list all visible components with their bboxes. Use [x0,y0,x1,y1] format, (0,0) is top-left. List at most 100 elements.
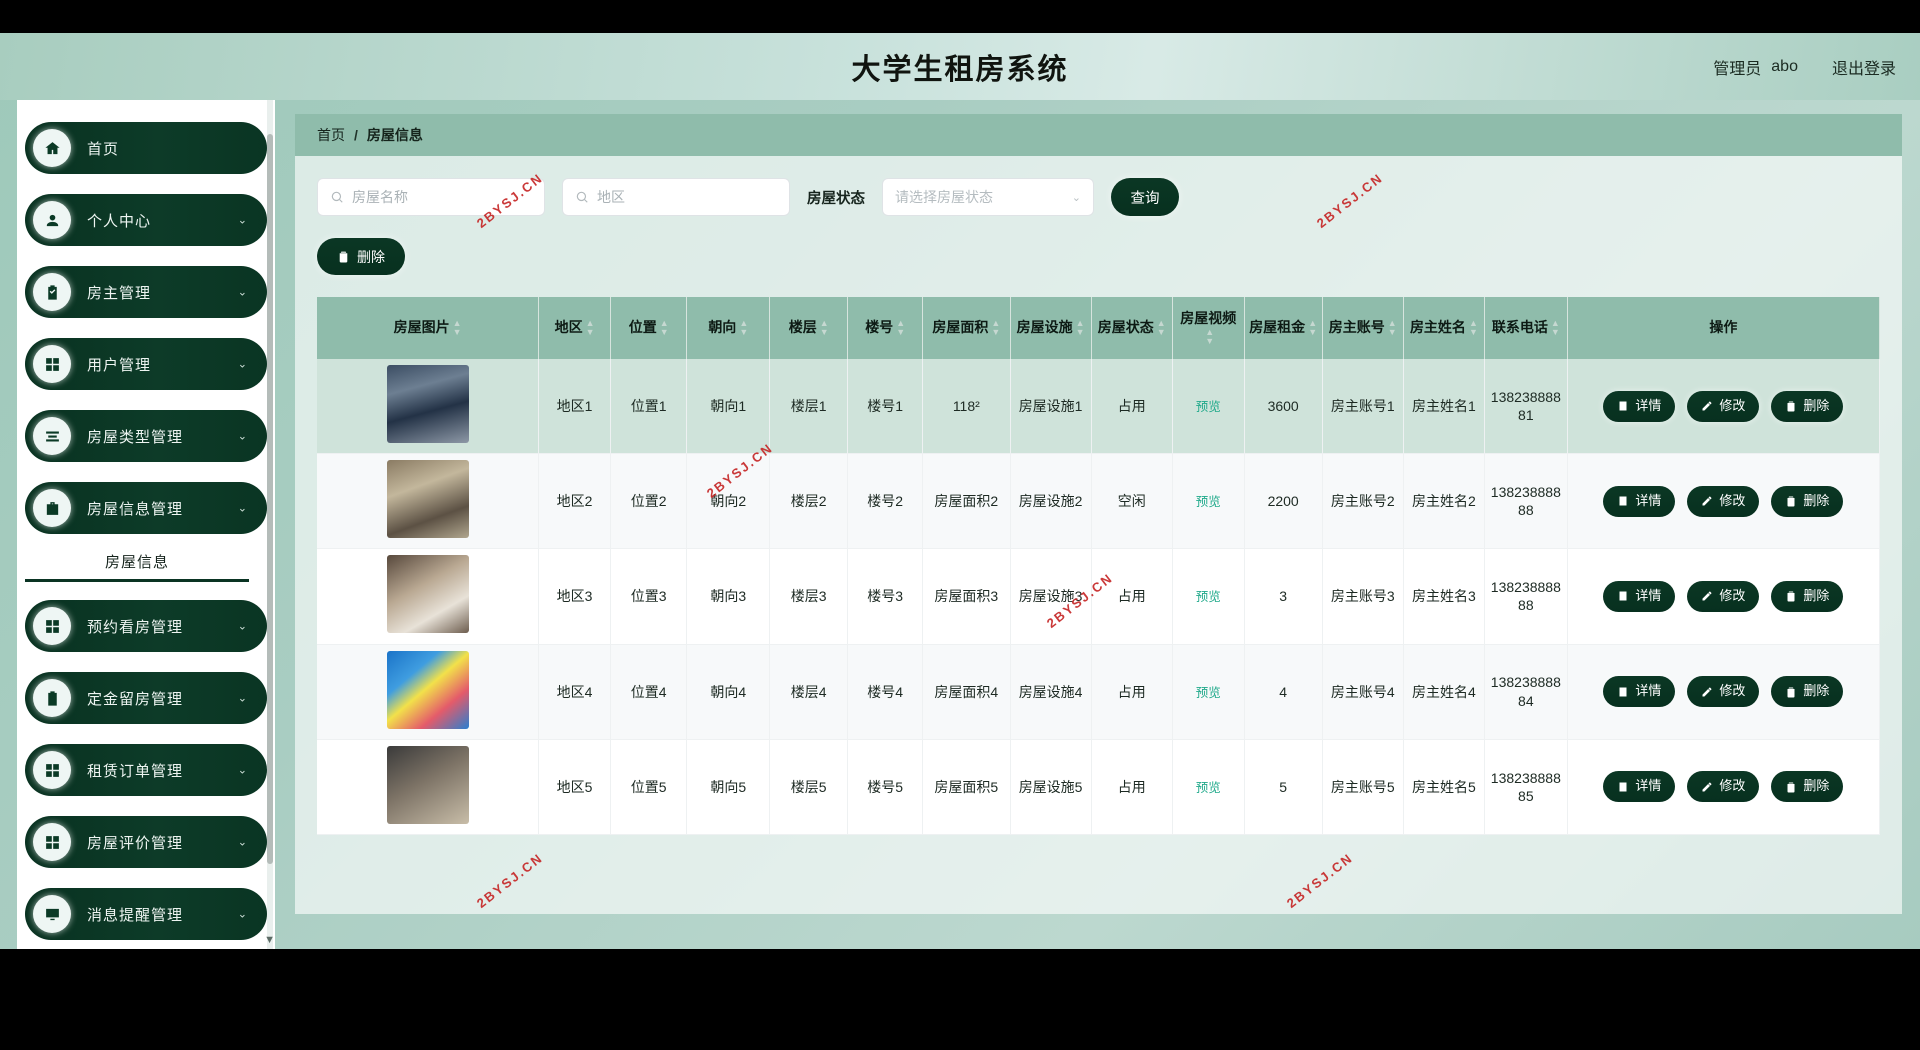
sort-arrows-icon[interactable]: ▲▼ [1469,319,1478,337]
table-header-cell[interactable]: 房屋设施▲▼ [1010,297,1091,359]
table-header-label: 房屋面积 [932,319,988,335]
cell-owner-account: 房主账号1 [1322,359,1403,454]
pencil-icon [1701,781,1713,793]
logout-button[interactable]: 退出登录 [1832,55,1896,79]
sort-arrows-icon[interactable]: ▲▼ [1308,319,1317,337]
table-header-cell[interactable]: 房屋图片▲▼ [317,297,539,359]
cell-video: 预览 [1172,454,1244,549]
sort-arrows-icon[interactable]: ▲▼ [586,319,595,337]
breadcrumb-home[interactable]: 首页 [317,125,345,145]
sort-arrows-icon[interactable]: ▲▼ [739,319,748,337]
edit-button[interactable]: 修改 [1687,676,1759,707]
table-header-cell[interactable]: 房主姓名▲▼ [1403,297,1484,359]
area-input[interactable]: 地区 [562,178,790,216]
row-action-group: 详情修改删除 [1571,391,1876,422]
table-header-label: 房主姓名 [1410,319,1466,335]
sidebar-item-6[interactable]: 预约看房管理⌄ [25,600,267,652]
table-row[interactable]: 地区1位置1朝向1楼层1楼号1118²房屋设施1占用预览3600房主账号1房主姓… [317,359,1880,454]
delete-button[interactable]: 删除 [1771,581,1843,612]
table-row[interactable]: 地区5位置5朝向5楼层5楼号5房屋面积5房屋设施5占用预览5房主账号5房主姓名5… [317,739,1880,834]
house-info-table: 房屋图片▲▼地区▲▼位置▲▼朝向▲▼楼层▲▼楼号▲▼房屋面积▲▼房屋设施▲▼房屋… [317,297,1880,835]
table-header-cell[interactable]: 地区▲▼ [539,297,611,359]
search-icon [575,190,589,204]
video-preview-link[interactable]: 预览 [1196,686,1221,700]
table-header-cell[interactable]: 房屋租金▲▼ [1244,297,1322,359]
table-header-cell[interactable]: 房屋视频▲▼ [1172,297,1244,359]
table-header-cell[interactable]: 楼号▲▼ [848,297,923,359]
house-image-cell [317,549,539,644]
sort-arrows-icon[interactable]: ▲▼ [896,319,905,337]
sort-arrows-icon[interactable]: ▲▼ [660,319,669,337]
sidebar-item-10[interactable]: 消息提醒管理⌄ [25,888,267,940]
edit-button[interactable]: 修改 [1687,771,1759,802]
sort-arrows-icon[interactable]: ▲▼ [1205,328,1214,346]
sidebar-item-3[interactable]: 用户管理⌄ [25,338,267,390]
edit-label: 修改 [1719,493,1745,510]
sort-arrows-icon[interactable]: ▲▼ [453,319,462,337]
edit-button[interactable]: 修改 [1687,581,1759,612]
cell-video: 预览 [1172,739,1244,834]
briefcase-icon [33,489,71,527]
video-preview-link[interactable]: 预览 [1196,781,1221,795]
cell-owner-account: 房主账号4 [1322,644,1403,739]
detail-button[interactable]: 详情 [1603,771,1675,802]
video-preview-link[interactable]: 预览 [1196,495,1221,509]
scrollbar-thumb[interactable] [267,134,273,864]
sidebar-item-label: 房屋评价管理 [87,832,183,853]
delete-button[interactable]: 删除 [1771,676,1843,707]
video-preview-link[interactable]: 预览 [1196,590,1221,604]
edit-button[interactable]: 修改 [1687,391,1759,422]
sort-arrows-icon[interactable]: ▲▼ [820,319,829,337]
breadcrumb: 首页 / 房屋信息 [295,114,1902,156]
sort-arrows-icon[interactable]: ▲▼ [1076,319,1085,337]
sidebar-item-1[interactable]: 个人中心⌄ [25,194,267,246]
delete-button[interactable]: 删除 [1771,391,1843,422]
table-header-cell[interactable]: 朝向▲▼ [687,297,770,359]
table-header-cell[interactable]: 联系电话▲▼ [1484,297,1567,359]
sidebar-item-9[interactable]: 房屋评价管理⌄ [25,816,267,868]
sidebar-scrollbar[interactable] [265,100,275,949]
delete-button[interactable]: 删除 [1771,486,1843,517]
sort-arrows-icon[interactable]: ▲▼ [1157,319,1166,337]
table-header-cell[interactable]: 位置▲▼ [610,297,686,359]
sidebar-item-7[interactable]: 定金留房管理⌄ [25,672,267,724]
sidebar-item-8[interactable]: 租赁订单管理⌄ [25,744,267,796]
table-row[interactable]: 地区2位置2朝向2楼层2楼号2房屋面积2房屋设施2空闲预览2200房主账号2房主… [317,454,1880,549]
sidebar-item-4[interactable]: 房屋类型管理⌄ [25,410,267,462]
scroll-down-arrow-icon[interactable]: ▼ [264,934,275,946]
sidebar-nav: 首页个人中心⌄ 房主管理⌄ 用户管理⌄ 房屋类型管理⌄ 房屋信息管理⌄ 房屋信息预约看房管… [17,100,275,949]
table-header-cell[interactable]: 楼层▲▼ [770,297,848,359]
house-name-input[interactable]: 房屋名称 [317,178,545,216]
video-preview-link[interactable]: 预览 [1196,400,1221,414]
batch-delete-button[interactable]: 删除 [317,238,405,275]
house-thumbnail-image[interactable] [387,365,469,443]
table-row[interactable]: 地区4位置4朝向4楼层4楼号4房屋面积4房屋设施4占用预览4房主账号4房主姓名4… [317,644,1880,739]
query-button[interactable]: 查询 [1111,178,1179,216]
sort-arrows-icon[interactable]: ▲▼ [991,319,1000,337]
sidebar-subitem-house-info[interactable]: 房屋信息 [25,551,249,572]
table-header-cell[interactable]: 房屋面积▲▼ [923,297,1010,359]
header-user-area: 管理员 abo 退出登录 [1713,55,1896,79]
cell-floor: 楼层3 [770,549,848,644]
house-thumbnail-image[interactable] [387,555,469,633]
sidebar-item-0[interactable]: 首页 [25,122,267,174]
house-status-select[interactable]: 请选择房屋状态 ⌄ [882,178,1094,216]
detail-button[interactable]: 详情 [1603,676,1675,707]
house-thumbnail-image[interactable] [387,460,469,538]
sidebar-item-5[interactable]: 房屋信息管理⌄ [25,482,267,534]
detail-button[interactable]: 详情 [1603,581,1675,612]
table-row[interactable]: 地区3位置3朝向3楼层3楼号3房屋面积3房屋设施3占用预览3房主账号3房主姓名3… [317,549,1880,644]
detail-button[interactable]: 详情 [1603,486,1675,517]
delete-button[interactable]: 删除 [1771,771,1843,802]
house-thumbnail-image[interactable] [387,746,469,824]
sort-arrows-icon[interactable]: ▲▼ [1388,319,1397,337]
table-header-cell[interactable]: 房屋状态▲▼ [1091,297,1172,359]
sort-arrows-icon[interactable]: ▲▼ [1551,319,1560,337]
cell-phone: 13823888888 [1484,454,1567,549]
sidebar-item-2[interactable]: 房主管理⌄ [25,266,267,318]
house-thumbnail-image[interactable] [387,651,469,729]
edit-button[interactable]: 修改 [1687,486,1759,517]
house-image-cell [317,644,539,739]
detail-button[interactable]: 详情 [1603,391,1675,422]
table-header-cell[interactable]: 房主账号▲▼ [1322,297,1403,359]
